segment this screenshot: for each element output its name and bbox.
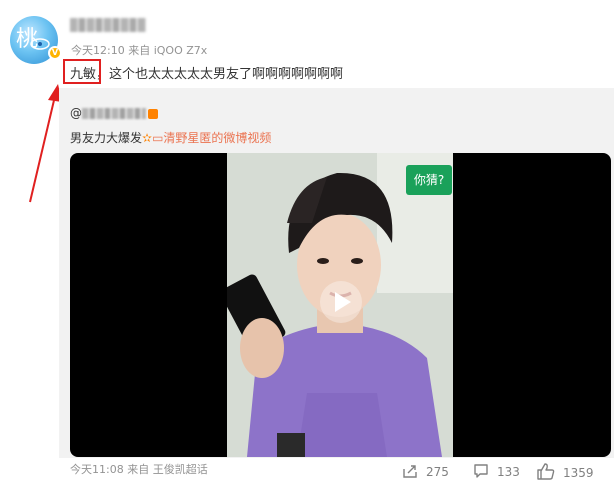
repost-text: 男友力大爆发✫▭清野星匿的微博视频 xyxy=(70,129,271,146)
play-icon[interactable] xyxy=(320,281,362,323)
repost-author[interactable]: @ xyxy=(70,106,158,120)
repost-author-blurred[interactable] xyxy=(82,108,146,119)
repost-meta: 今天11:08 来自 王俊凯超话 xyxy=(70,461,208,477)
repost-time[interactable]: 今天11:08 xyxy=(70,463,124,476)
fan-badge-icon xyxy=(148,108,158,119)
thumbs-up-icon xyxy=(537,463,555,480)
post-source: iQOO Z7x xyxy=(153,44,208,57)
repost-source[interactable]: 王俊凯超话 xyxy=(153,463,208,476)
comment-icon xyxy=(474,464,488,478)
repost-count: 275 xyxy=(426,465,449,479)
share-icon xyxy=(403,465,417,478)
post-text-rest: ，这个也太太太太太男友了啊啊啊啊啊啊啊 xyxy=(96,67,344,82)
video-link[interactable]: 清野星匿的微博视频 xyxy=(163,131,271,145)
like-count: 1359 xyxy=(563,466,594,480)
comment-count: 133 xyxy=(497,465,520,479)
star-icon: ✫ xyxy=(142,131,153,145)
video-link-icon[interactable]: ▭ xyxy=(152,131,163,145)
repost-text-prefix: 男友力大爆发 xyxy=(70,131,143,145)
comment-action[interactable]: 133 xyxy=(473,463,520,479)
like-action[interactable]: 1359 xyxy=(537,463,594,480)
post-source-prefix: 来自 xyxy=(128,44,151,57)
video-player[interactable]: 你猜? xyxy=(70,153,611,457)
video-caption: 你猜? xyxy=(406,165,452,195)
repost-source-prefix: 来自 xyxy=(127,463,150,476)
repost-action[interactable]: 275 xyxy=(402,463,449,479)
